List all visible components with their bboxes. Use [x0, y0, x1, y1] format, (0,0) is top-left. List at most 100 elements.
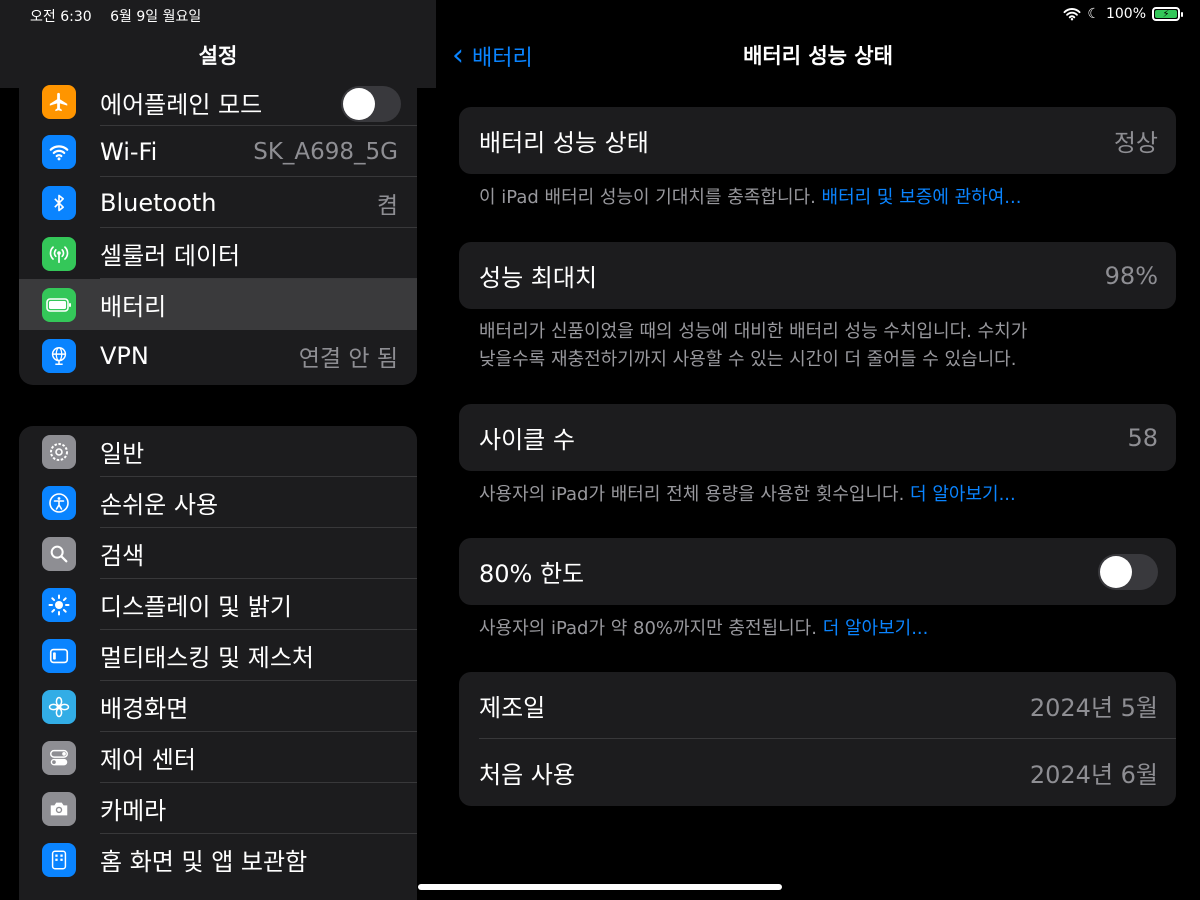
wifi-icon — [42, 134, 76, 169]
cycle-count-note: 사용자의 iPad가 배터리 전체 용량을 사용한 횟수입니다. 더 알아보기.… — [479, 481, 1159, 508]
toggle-knob — [343, 88, 375, 120]
search-icon — [42, 536, 76, 571]
maximum-capacity-row: 성능 최대치 98% — [459, 242, 1176, 309]
maximum-capacity-card: 성능 최대치 98% — [459, 242, 1176, 309]
cycle-count-card: 사이클 수 58 — [459, 404, 1176, 471]
wallpaper-flower-icon — [42, 689, 76, 724]
sidebar-header: 오전 6:30 6월 9일 월요일 설정 — [0, 0, 436, 88]
manufacture-date-row: 제조일 2024년 5월 — [459, 672, 1176, 739]
battery-health-card: 배터리 성능 상태 정상 — [459, 107, 1176, 174]
sidebar-item-bluetooth[interactable]: Bluetooth 켬 — [19, 177, 417, 228]
battery-health-row: 배터리 성능 상태 정상 — [459, 107, 1176, 174]
sidebar-item-control-center[interactable]: 제어 센터 — [19, 732, 417, 783]
sidebar-item-search[interactable]: 검색 — [19, 528, 417, 579]
manufacture-date-value: 2024년 5월 — [1029, 694, 1158, 722]
sidebar-item-label: 배터리 — [100, 293, 167, 321]
settings-app: 오전 6:30 6월 9일 월요일 설정 에어플레인 모드 Wi-Fi SK_A… — [0, 0, 1200, 900]
brightness-icon — [42, 587, 76, 622]
capacity-note-line-1: 배터리가 신품이었을 때의 성능에 대비한 배터리 성능 수치입니다. 수치가 — [479, 321, 1028, 342]
sidebar-item-label: 셀룰러 데이터 — [100, 242, 241, 270]
sidebar-item-camera[interactable]: 카메라 — [19, 783, 417, 834]
row-label: 사이클 수 — [479, 426, 575, 454]
status-bar-right: ☾ 100% ⚡ — [1063, 6, 1183, 22]
sidebar-item-airplane-mode[interactable]: 에어플레인 모드 — [19, 78, 417, 126]
capacity-note: 배터리가 신품이었을 때의 성능에 대비한 배터리 성능 수치입니다. 수치가 … — [479, 318, 1159, 374]
sidebar-item-cellular[interactable]: 셀룰러 데이터 — [19, 228, 417, 279]
row-label: 배터리 성능 상태 — [479, 129, 649, 157]
vpn-status-value: 연결 안 됨 — [298, 345, 398, 372]
sidebar-item-label: 제어 센터 — [100, 746, 196, 774]
charge-limit-toggle[interactable] — [1098, 554, 1158, 590]
airplane-mode-toggle[interactable] — [341, 86, 401, 122]
detail-pane: ☾ 100% ⚡ ‹ 배터리 배터리 성능 상태 배터리 성능 상태 정상 이 … — [436, 0, 1200, 900]
first-use-row: 처음 사용 2024년 6월 — [459, 739, 1176, 806]
status-bar-left: 오전 6:30 6월 9일 월요일 — [30, 6, 215, 26]
sidebar-item-label: 카메라 — [100, 797, 167, 825]
accessibility-icon — [42, 485, 76, 520]
dates-card: 제조일 2024년 5월 처음 사용 2024년 6월 — [459, 672, 1176, 806]
charge-limit-card: 80% 한도 — [459, 538, 1176, 605]
sidebar-item-home-screen[interactable]: 홈 화면 및 앱 보관함 — [19, 834, 417, 885]
cycle-learn-more-link[interactable]: 더 알아보기... — [910, 484, 1016, 505]
battery-warranty-link[interactable]: 배터리 및 보증에 관하여... — [822, 187, 1022, 208]
row-label: 80% 한도 — [479, 560, 585, 588]
sidebar-item-label: 배경화면 — [100, 695, 189, 723]
sidebar-item-label: 검색 — [100, 542, 145, 570]
sidebar-item-vpn[interactable]: VPN 연결 안 됨 — [19, 330, 417, 381]
sidebar-item-label: 멀티태스킹 및 제스처 — [100, 644, 314, 672]
bluetooth-icon — [42, 185, 76, 220]
home-screen-icon — [42, 842, 76, 877]
moon-icon: ☾ — [1087, 6, 1100, 22]
charge-limit-note: 사용자의 iPad가 약 80%까지만 충전됩니다. 더 알아보기... — [479, 615, 1159, 642]
sidebar-item-label: Wi-Fi — [100, 137, 158, 166]
capacity-value: 98% — [1104, 261, 1158, 290]
control-center-icon — [42, 740, 76, 775]
charge-limit-row: 80% 한도 — [459, 538, 1176, 605]
camera-icon — [42, 791, 76, 826]
sidebar-item-label: 홈 화면 및 앱 보관함 — [100, 848, 308, 876]
cellular-icon — [42, 236, 76, 271]
sidebar-item-label: 일반 — [100, 440, 145, 468]
home-indicator[interactable] — [418, 884, 782, 890]
vpn-globe-icon — [42, 338, 76, 373]
cycle-count-value: 58 — [1127, 423, 1158, 452]
row-label: 제조일 — [479, 694, 546, 722]
cycle-count-row: 사이클 수 58 — [459, 404, 1176, 471]
health-note-text: 이 iPad 배터리 성능이 기대치를 충족합니다. — [479, 187, 822, 208]
sidebar-item-general[interactable]: 일반 — [19, 426, 417, 477]
health-status-value: 정상 — [1113, 129, 1158, 157]
status-date: 6월 9일 월요일 — [110, 9, 202, 25]
bluetooth-value: 켬 — [376, 192, 398, 219]
row-label: 성능 최대치 — [479, 264, 598, 292]
sidebar-item-label: 손쉬운 사용 — [100, 491, 219, 519]
row-label: 처음 사용 — [479, 761, 575, 789]
sidebar: 오전 6:30 6월 9일 월요일 설정 에어플레인 모드 Wi-Fi SK_A… — [0, 0, 436, 900]
sidebar-item-accessibility[interactable]: 손쉬운 사용 — [19, 477, 417, 528]
charge-limit-note-text: 사용자의 iPad가 약 80%까지만 충전됩니다. — [479, 618, 823, 639]
sidebar-item-multitasking[interactable]: 멀티태스킹 및 제스처 — [19, 630, 417, 681]
limit-learn-more-link[interactable]: 더 알아보기... — [823, 618, 929, 639]
airplane-icon — [42, 85, 76, 119]
sidebar-item-battery[interactable]: 배터리 — [19, 279, 417, 330]
battery-charging-icon: ⚡ — [1152, 7, 1183, 21]
cycle-count-note-text: 사용자의 iPad가 배터리 전체 용량을 사용한 횟수입니다. — [479, 484, 911, 505]
multitasking-icon — [42, 638, 76, 673]
first-use-value: 2024년 6월 — [1029, 761, 1158, 789]
sidebar-group-general: 일반 손쉬운 사용 검색 디스플레이 및 밝기 멀티태스킹 및 제스처 배경화면… — [19, 426, 417, 900]
wifi-network-value: SK_A698_5G — [253, 138, 398, 165]
page-title: 배터리 성능 상태 — [743, 44, 893, 68]
status-time: 오전 6:30 — [30, 9, 92, 25]
toggle-knob — [1100, 556, 1132, 588]
capacity-note-line-2: 낮을수록 재충전하기까지 사용할 수 있는 시간이 더 줄어들 수 있습니다. — [479, 349, 1017, 370]
battery-percent: 100% — [1105, 6, 1146, 22]
sidebar-item-display-brightness[interactable]: 디스플레이 및 밝기 — [19, 579, 417, 630]
sidebar-item-wallpaper[interactable]: 배경화면 — [19, 681, 417, 732]
wifi-status-icon — [1063, 8, 1081, 21]
sidebar-item-label: 디스플레이 및 밝기 — [100, 593, 292, 621]
sidebar-item-wifi[interactable]: Wi-Fi SK_A698_5G — [19, 126, 417, 177]
sidebar-item-label: Bluetooth — [100, 188, 217, 217]
sidebar-item-label: VPN — [100, 341, 149, 370]
sidebar-item-label: 에어플레인 모드 — [100, 90, 263, 119]
gear-icon — [42, 434, 76, 469]
health-note: 이 iPad 배터리 성능이 기대치를 충족합니다. 배터리 및 보증에 관하여… — [479, 184, 1159, 211]
